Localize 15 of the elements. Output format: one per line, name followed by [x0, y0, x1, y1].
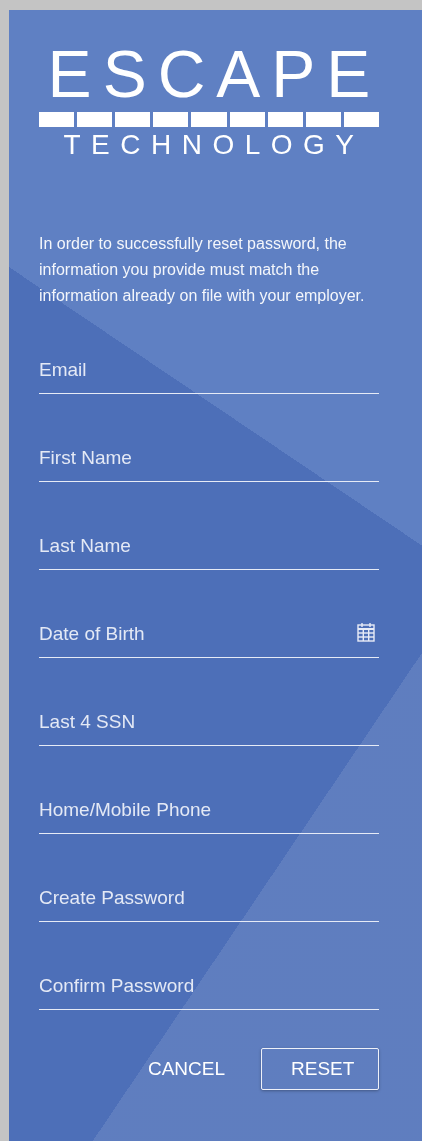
- logo-wordmark: ESCAPE: [46, 36, 382, 112]
- input-field[interactable]: Home/Mobile Phone: [39, 784, 379, 834]
- logo-bar-icon: [39, 112, 379, 127]
- date-field[interactable]: Date of Birth: [39, 608, 379, 658]
- intro-text: In order to successfully reset password, the information you provide must match the information already on file with your employer.: [39, 234, 366, 306]
- input-field[interactable]: First Name: [39, 432, 379, 482]
- cancel-button[interactable]: CANCEL: [147, 1048, 225, 1090]
- input-field[interactable]: Email: [39, 344, 379, 394]
- input-field[interactable]: Last Name: [39, 520, 379, 570]
- input-field[interactable]: Last 4 SSN: [39, 696, 379, 746]
- calendar-icon[interactable]: [357, 622, 375, 642]
- input-field[interactable]: Confirm Password: [39, 960, 379, 1010]
- input-field[interactable]: Create Password: [39, 872, 379, 922]
- logo-subtitle: TECHNOLOGY: [62, 129, 366, 161]
- reset-button[interactable]: RESET: [261, 1048, 379, 1090]
